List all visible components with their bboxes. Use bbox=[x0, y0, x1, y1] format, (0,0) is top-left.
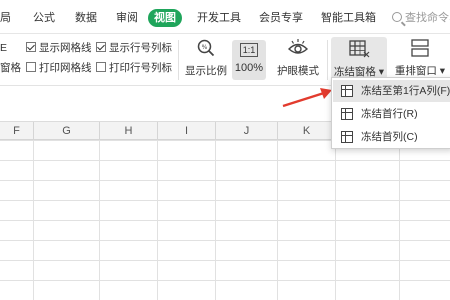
print-gridlines-option[interactable]: 打印网格线 bbox=[26, 60, 92, 76]
menu-developer[interactable]: 开发工具 bbox=[197, 9, 241, 27]
grid-line bbox=[215, 140, 216, 300]
grid-line bbox=[399, 140, 400, 300]
print-headers-option[interactable]: 打印行号列标 bbox=[96, 60, 172, 76]
menu-formulas[interactable]: 公式 bbox=[33, 9, 55, 27]
cell-grid[interactable] bbox=[0, 140, 450, 300]
show-gridlines-option[interactable]: 显示网格线 bbox=[26, 40, 92, 56]
freeze-to-first-row-col-item[interactable]: 冻结至第1行A列(F) bbox=[333, 80, 450, 102]
freeze-first-row-label: 冻结首行(R) bbox=[361, 108, 418, 120]
ribbon-separator bbox=[327, 40, 328, 80]
zoom-button[interactable]: % 显示比例 bbox=[184, 38, 228, 78]
grid-line bbox=[335, 140, 336, 300]
freeze-first-col-label: 冻结首列(C) bbox=[361, 131, 418, 143]
ribbon-separator bbox=[178, 40, 179, 80]
column-header[interactable]: K bbox=[278, 122, 336, 140]
column-header[interactable]: G bbox=[34, 122, 100, 140]
rearrange-window-button[interactable]: 重排窗口 ▾ bbox=[392, 38, 448, 78]
freeze-first-row-item[interactable]: 冻结首行(R) bbox=[333, 103, 450, 125]
column-header[interactable]: H bbox=[100, 122, 158, 140]
eye-icon bbox=[287, 39, 309, 54]
search-command[interactable]: 查找命令、 bbox=[392, 9, 450, 27]
freeze-panes-button[interactable]: 冻结窗格 ▾ bbox=[331, 37, 387, 79]
freeze-cell-icon bbox=[341, 85, 353, 97]
print-headers-checkbox[interactable] bbox=[96, 62, 106, 72]
ratio-icon: 1:1 bbox=[239, 43, 259, 57]
zoom-100-button[interactable]: 1:1 100% bbox=[232, 40, 266, 80]
column-header[interactable]: J bbox=[216, 122, 278, 140]
zoom-label: 显示比例 bbox=[185, 65, 227, 77]
menu-smart-toolbox[interactable]: 智能工具箱 bbox=[321, 9, 376, 27]
freeze-to-first-row-col-label: 冻结至第1行A列(F) bbox=[361, 85, 450, 97]
show-headers-checkbox[interactable] bbox=[96, 42, 106, 52]
freeze-first-col-item[interactable]: 冻结首列(C) bbox=[333, 126, 450, 148]
show-headers-label: 显示行号列标 bbox=[109, 42, 172, 54]
ribbon-cut-label-1: E bbox=[0, 42, 8, 54]
zoom-icon: % bbox=[197, 39, 215, 57]
rearrange-window-text: 重排窗口 bbox=[394, 65, 437, 77]
freeze-panes-menu: 冻结至第1行A列(F) 冻结首行(R) 冻结首列(C) bbox=[331, 77, 450, 149]
show-gridlines-checkbox[interactable] bbox=[26, 42, 36, 52]
print-gridlines-checkbox[interactable] bbox=[26, 62, 36, 72]
menu-bar: 局 公式 数据 审阅 视图 开发工具 会员专享 智能工具箱 查找命令、 bbox=[0, 0, 450, 34]
column-header[interactable]: I bbox=[158, 122, 216, 140]
search-label: 查找命令、 bbox=[405, 12, 450, 24]
print-headers-label: 打印行号列标 bbox=[109, 62, 172, 74]
column-header[interactable]: F bbox=[0, 122, 34, 140]
grid-line bbox=[33, 140, 34, 300]
ribbon-cut-label-2: 窗格 bbox=[0, 62, 21, 74]
freeze-row-icon bbox=[341, 108, 353, 120]
show-headers-option[interactable]: 显示行号列标 bbox=[96, 40, 172, 56]
show-gridlines-label: 显示网格线 bbox=[39, 42, 92, 54]
grid-line bbox=[99, 140, 100, 300]
menu-layout[interactable]: 局 bbox=[0, 9, 11, 27]
grid-line bbox=[277, 140, 278, 300]
menu-data[interactable]: 数据 bbox=[75, 9, 97, 27]
menu-member[interactable]: 会员专享 bbox=[259, 9, 303, 27]
rearrange-window-label: 重排窗口 ▾ bbox=[394, 65, 446, 77]
svg-text:%: % bbox=[202, 44, 208, 51]
print-gridlines-label: 打印网格线 bbox=[39, 62, 92, 74]
rearrange-window-icon bbox=[411, 39, 429, 57]
zoom-value: 100% bbox=[234, 62, 264, 74]
search-icon bbox=[392, 12, 402, 22]
eye-mode-button[interactable]: 护眼模式 bbox=[274, 38, 322, 78]
freeze-panes-icon bbox=[349, 40, 370, 58]
grid-line bbox=[157, 140, 158, 300]
freeze-col-icon bbox=[341, 131, 353, 143]
menu-review[interactable]: 审阅 bbox=[116, 9, 138, 27]
menu-view[interactable]: 视图 bbox=[148, 9, 182, 27]
eye-mode-label: 护眼模式 bbox=[277, 65, 319, 77]
